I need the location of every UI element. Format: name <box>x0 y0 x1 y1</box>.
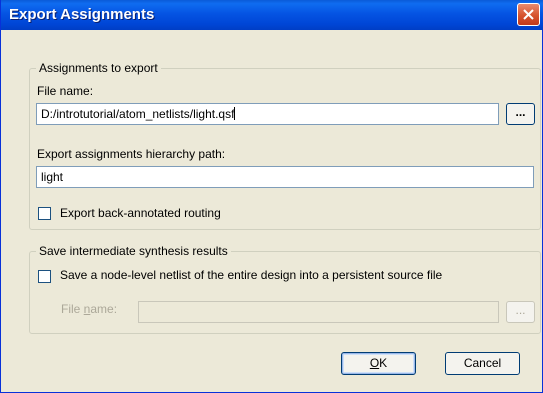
title-bar[interactable]: Export Assignments <box>1 0 543 30</box>
cancel-button[interactable]: Cancel <box>445 352 520 375</box>
export-assignments-dialog: Export Assignments Assignments to export… <box>0 0 543 393</box>
browse-file-button[interactable]: ... <box>506 103 535 125</box>
file-name-label: File name: <box>37 84 94 98</box>
synthesis-browse-button[interactable]: ... <box>506 301 535 323</box>
close-button[interactable] <box>517 3 540 26</box>
ok-button[interactable]: OK <box>341 352 416 375</box>
save-netlist-label[interactable]: Save a node-level netlist of the entire … <box>60 268 442 282</box>
synthesis-group-legend: Save intermediate synthesis results <box>36 244 231 258</box>
save-netlist-checkbox[interactable] <box>38 270 51 283</box>
hierarchy-path-label: Export assignments hierarchy path: <box>37 147 226 161</box>
synthesis-file-name-label: File name: <box>61 302 118 316</box>
close-icon <box>523 9 534 20</box>
synthesis-file-name-input[interactable] <box>138 301 499 323</box>
back-annotated-routing-label[interactable]: Export back-annotated routing <box>60 206 221 220</box>
assignments-group-legend: Assignments to export <box>36 61 161 75</box>
text-cursor <box>234 107 236 120</box>
hierarchy-path-input[interactable]: light <box>36 166 534 188</box>
dialog-title: Export Assignments <box>9 6 155 23</box>
back-annotated-routing-checkbox[interactable] <box>38 207 51 220</box>
file-name-value: D:/introtutorial/atom_netlists/light.qsf <box>41 107 235 121</box>
file-name-input[interactable]: D:/introtutorial/atom_netlists/light.qsf <box>36 103 499 125</box>
